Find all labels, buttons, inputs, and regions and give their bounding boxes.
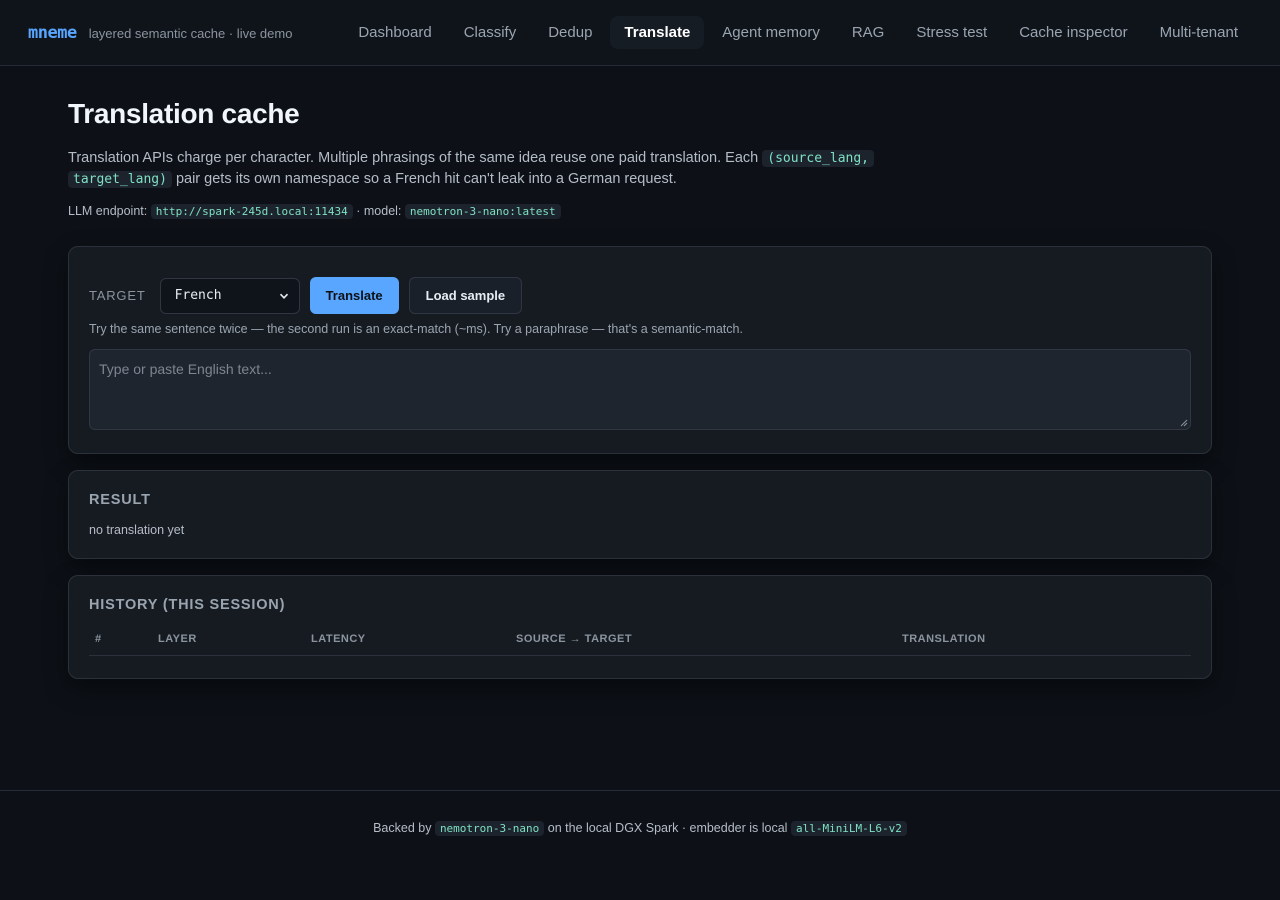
target-language-select[interactable]: French (159, 277, 300, 314)
translate-button[interactable]: Translate (309, 277, 399, 314)
footer-embedder: all-MiniLM-L6-v2 (790, 821, 907, 836)
endpoint-label: LLM endpoint: (68, 204, 148, 218)
history-card: HISTORY (THIS SESSION) # LAYER LATENCY S… (68, 575, 1212, 679)
column-header-latency: LATENCY (311, 633, 366, 645)
resize-handle-icon[interactable] (1180, 419, 1188, 427)
nav-stress-test[interactable]: Stress test (902, 16, 1001, 49)
desc-text-1: Translation APIs charge per character. M… (68, 150, 763, 166)
footer-middle: on the local DGX Spark · embedder is loc… (547, 821, 788, 835)
desc-code-source-lang: (source_lang, (762, 150, 874, 167)
target-language-value: French (174, 288, 222, 303)
form-controls: TARGET French Translate Load sample (89, 277, 1191, 314)
nav-rag[interactable]: RAG (838, 16, 899, 49)
nav-dashboard[interactable]: Dashboard (344, 16, 445, 49)
footer-text: Backed by nemotron-3-nano on the local D… (373, 821, 907, 900)
app-tagline: layered semantic cache · live demo (88, 25, 293, 41)
nav-classify[interactable]: Classify (450, 16, 531, 49)
endpoint-url: http://spark-245d.local:11434 (150, 204, 353, 219)
model-label: · model: (352, 204, 402, 218)
chevron-down-icon (279, 293, 288, 299)
footer: Backed by nemotron-3-nano on the local D… (0, 790, 1280, 900)
app-logo[interactable]: mneme (28, 23, 77, 43)
history-table-header: # LAYER LATENCY SOURCE → TARGET TRANSLAT… (89, 633, 1191, 656)
desc-code-target-lang: target_lang) (68, 171, 172, 188)
top-bar: mneme layered semantic cache · live demo… (0, 0, 1280, 66)
history-title: HISTORY (THIS SESSION) (89, 597, 286, 613)
column-header-layer: LAYER (158, 633, 197, 645)
page-title: Translation cache (68, 98, 300, 129)
load-sample-button[interactable]: Load sample (408, 277, 523, 314)
desc-text-2: pair gets its own namespace so a French … (171, 171, 677, 187)
nav-agent-memory[interactable]: Agent memory (708, 16, 834, 49)
target-label: TARGET (89, 288, 146, 303)
source-text-input[interactable]: Type or paste English text... (89, 349, 1191, 430)
page-description: Translation APIs charge per character. M… (68, 148, 878, 190)
column-header-index: # (95, 633, 102, 645)
nav-cache-inspector[interactable]: Cache inspector (1005, 16, 1141, 49)
translate-form-card: TARGET French Translate Load sample Try … (68, 246, 1212, 454)
model-name: nemotron-3-nano:latest (404, 204, 561, 219)
input-placeholder: Type or paste English text... (99, 361, 272, 377)
column-header-source-target: SOURCE → TARGET (516, 633, 633, 645)
endpoint-info: LLM endpoint: http://spark-245d.local:11… (68, 204, 1212, 219)
form-hint: Try the same sentence twice — the second… (89, 322, 743, 336)
footer-prefix: Backed by (373, 821, 432, 835)
result-card: RESULT no translation yet (68, 470, 1212, 559)
main-content: Translation cache Translation APIs charg… (0, 66, 1280, 679)
result-text: no translation yet (89, 523, 185, 537)
main-nav: Dashboard Classify Dedup Translate Agent… (344, 16, 1252, 49)
footer-model: nemotron-3-nano (434, 821, 545, 836)
nav-translate[interactable]: Translate (610, 16, 705, 49)
column-header-translation: TRANSLATION (902, 633, 986, 645)
nav-dedup[interactable]: Dedup (534, 16, 606, 49)
result-title: RESULT (89, 492, 151, 508)
brand: mneme layered semantic cache · live demo (28, 23, 292, 43)
nav-multi-tenant[interactable]: Multi-tenant (1146, 16, 1252, 49)
